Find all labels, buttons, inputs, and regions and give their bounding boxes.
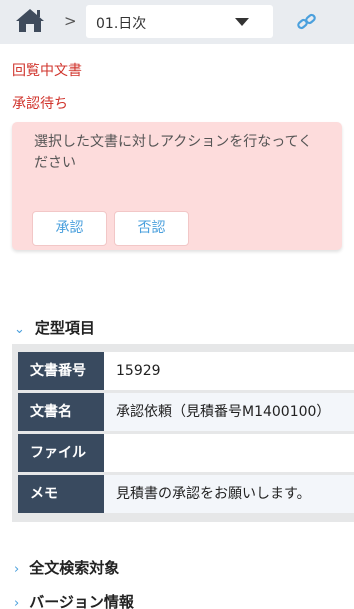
caret-down-icon: [235, 18, 249, 26]
status-awaiting-approval: 承認待ち: [12, 96, 68, 112]
folder-select[interactable]: 01.日次: [86, 5, 273, 38]
table-row: 文書番号 15929: [18, 352, 354, 390]
section-fixed-items[interactable]: ⌄ 定型項目: [14, 317, 95, 338]
field-value: 承認依頼（見積番号M1400100）: [104, 393, 354, 431]
status-circulating: 回覧中文書: [12, 63, 82, 79]
home-icon[interactable]: [14, 6, 46, 34]
breadcrumb-separator: >: [64, 12, 77, 30]
field-label: ファイル: [18, 434, 104, 472]
section-fulltext-search[interactable]: › 全文検索対象: [14, 557, 119, 578]
field-value: 15929: [104, 352, 354, 390]
section-fulltext-label: 全文検索対象: [29, 559, 120, 577]
action-panel: 選択した文書に対しアクションを行なってください 承認 否認: [12, 122, 342, 250]
action-message: 選択した文書に対しアクションを行なってください: [34, 134, 313, 171]
fields-table: 文書番号 15929 文書名 承認依頼（見積番号M1400100） ファイル メ…: [12, 344, 354, 522]
field-label: 文書番号: [18, 352, 104, 390]
section-version-label: バージョン情報: [29, 593, 134, 609]
section-version-info[interactable]: › バージョン情報: [14, 591, 134, 609]
field-label: 文書名: [18, 393, 104, 431]
chevron-down-icon: ⌄: [14, 322, 25, 337]
chevron-right-icon: ›: [14, 562, 20, 577]
reject-button[interactable]: 否認: [114, 211, 189, 246]
field-value: 見積書の承認をお願いします。: [104, 475, 354, 513]
table-row: 文書名 承認依頼（見積番号M1400100）: [18, 393, 354, 431]
folder-select-value: 01.日次: [96, 16, 147, 32]
chevron-right-icon: ›: [14, 596, 20, 609]
field-value: [104, 434, 354, 472]
table-row: ファイル: [18, 434, 354, 472]
link-icon[interactable]: [296, 12, 318, 32]
field-label: メモ: [18, 475, 104, 513]
table-row: メモ 見積書の承認をお願いします。: [18, 475, 354, 513]
approve-button[interactable]: 承認: [32, 211, 107, 246]
top-bar: > 01.日次: [0, 0, 354, 44]
section-fixed-items-label: 定型項目: [34, 319, 95, 337]
